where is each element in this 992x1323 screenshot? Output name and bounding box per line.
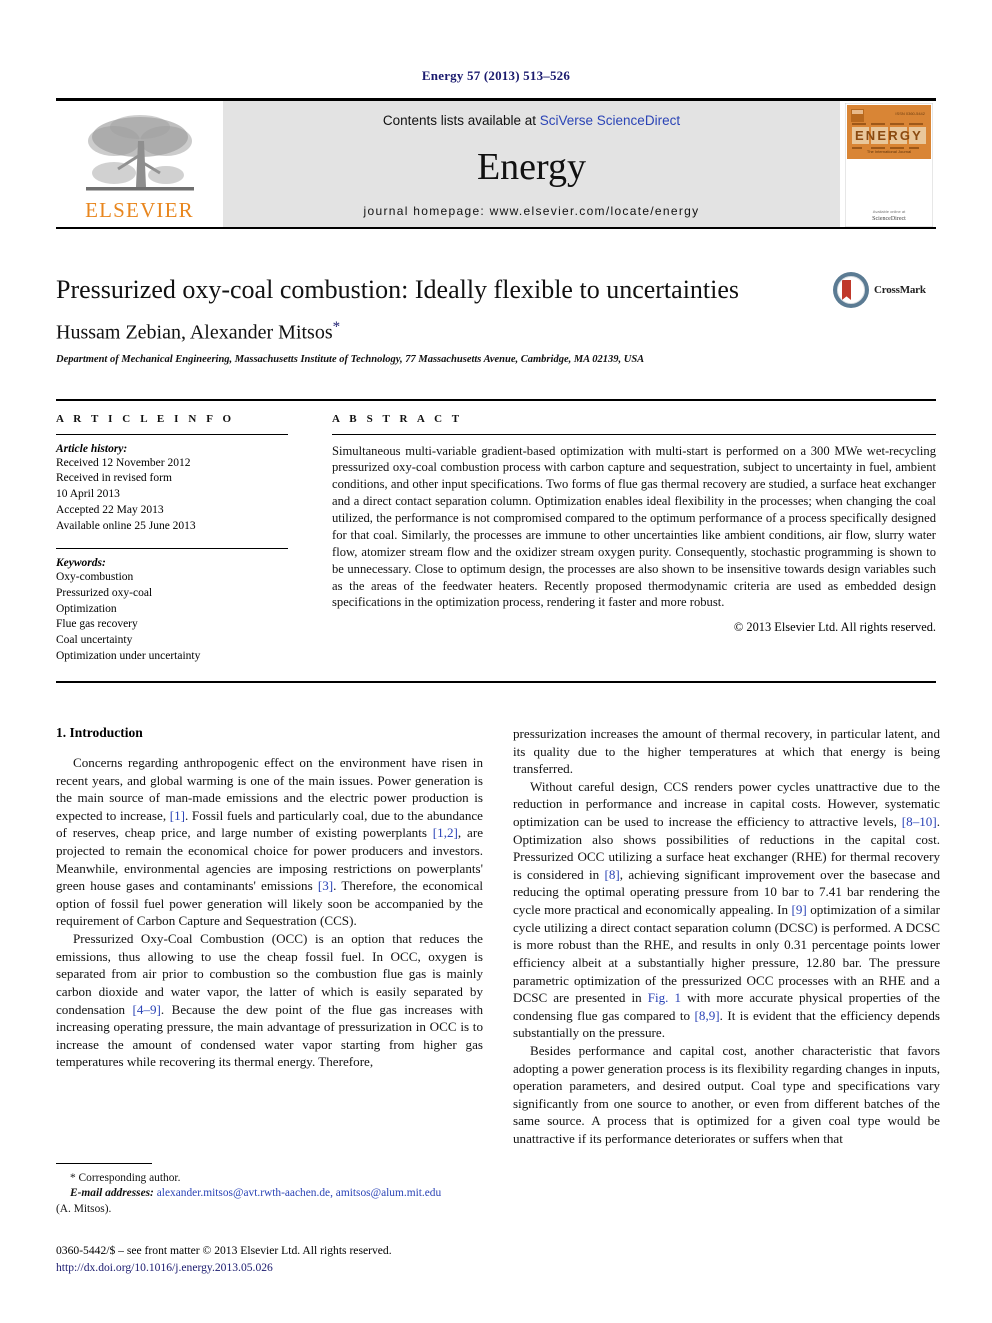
masthead-center: Contents lists available at SciVerse Sci…: [223, 101, 840, 227]
keyword-item: Optimization under uncertainty: [56, 650, 201, 663]
body-columns: 1. Introduction Concerns regarding anthr…: [56, 725, 940, 1225]
body-paragraph: Concerns regarding anthropogenic effect …: [56, 755, 484, 929]
crossmark-icon: [833, 272, 869, 308]
body-column-right: pressurization increases the amount of t…: [513, 725, 940, 1225]
crossmark-label: CrossMark: [874, 284, 926, 296]
figure-ref[interactable]: Fig. 1: [648, 990, 681, 1005]
body-paragraph: Besides performance and capital cost, an…: [513, 1042, 940, 1147]
citation-ref[interactable]: [3]: [318, 878, 333, 893]
keywords-heading: Keywords:: [56, 556, 106, 569]
journal-title: Energy: [476, 146, 587, 188]
body-paragraph: Pressurized Oxy-Coal Combustion (OCC) is…: [56, 931, 483, 1070]
keyword-item: Oxy-combustion: [56, 570, 134, 583]
elsevier-tree-icon: [85, 115, 194, 191]
corresponding-author-note: * Corresponding author.: [70, 1171, 181, 1184]
journal-homepage-link[interactable]: journal homepage: www.elsevier.com/locat…: [364, 204, 700, 218]
citation-ref[interactable]: [1,2]: [433, 825, 458, 840]
affiliation: Department of Mechanical Engineering, Ma…: [56, 353, 645, 365]
title-block: Pressurized oxy-coal combustion: Ideally…: [56, 272, 936, 365]
article-history-item: Received 12 November 2012: [56, 456, 191, 469]
issn-line: 0360-5442/$ – see front matter © 2013 El…: [56, 1244, 392, 1258]
journal-cover-image: ISSN 0360-5442 ENERGY The International …: [845, 103, 933, 227]
journal-cover-thumbnail: ISSN 0360-5442 ENERGY The International …: [840, 101, 936, 227]
article-history-item: Received in revised form: [56, 472, 172, 485]
running-head: Energy 57 (2013) 513–526: [421, 68, 571, 83]
abstract-label: A B S T R A C T: [332, 412, 463, 425]
email-label: E-mail addresses:: [70, 1187, 154, 1200]
page-title: Pressurized oxy-coal combustion: Ideally…: [56, 275, 740, 304]
citation-ref[interactable]: [8,9]: [695, 1008, 720, 1023]
article-history-heading: Article history:: [56, 442, 128, 455]
divider: [56, 547, 288, 549]
abstract-copyright: © 2013 Elsevier Ltd. All rights reserved…: [733, 620, 936, 635]
body-paragraph: Without careful design, CCS renders powe…: [513, 778, 940, 1041]
article-history-item: Accepted 22 May 2013: [56, 504, 164, 517]
divider: [332, 433, 936, 435]
keyword-item: Pressurized oxy-coal: [56, 586, 153, 599]
crossmark-badge[interactable]: CrossMark: [832, 271, 936, 309]
section-heading-introduction: 1. Introduction: [56, 725, 143, 740]
svg-text:Available online at: Available online at: [873, 209, 906, 214]
email-addresses[interactable]: alexander.mitsos@avt.rwth-aachen.de, ami…: [157, 1187, 441, 1199]
sciencedirect-link[interactable]: SciVerse ScienceDirect: [540, 113, 680, 128]
citation-ref[interactable]: [8–10]: [902, 814, 937, 829]
doi-link[interactable]: http://dx.doi.org/10.1016/j.energy.2013.…: [56, 1260, 483, 1277]
author-names: Hussam Zebian, Alexander Mitsos: [56, 321, 333, 344]
body-paragraph: pressurization increases the amount of t…: [513, 726, 940, 777]
contents-prefix: Contents lists available at: [382, 113, 540, 128]
keyword-item: Flue gas recovery: [56, 618, 138, 631]
issn-copyright-block: 0360-5442/$ – see front matter © 2013 El…: [56, 1243, 483, 1277]
abstract-text: Simultaneous multi-variable gradient-bas…: [332, 443, 936, 610]
citation-ref[interactable]: [9]: [792, 902, 807, 917]
abstract-column: A B S T R A C T Simultaneous multi-varia…: [332, 413, 936, 665]
footnote-divider: [56, 1162, 152, 1164]
svg-text:ScienceDirect: ScienceDirect: [872, 216, 906, 222]
email-note: E-mail addresses: alexander.mitsos@avt.r…: [56, 1186, 483, 1202]
svg-text:ISSN 0360-5442: ISSN 0360-5442: [895, 111, 925, 116]
contents-available-line: Contents lists available at SciVerse Sci…: [383, 113, 680, 128]
email-author-ref: (A. Mitsos).: [56, 1202, 112, 1215]
divider: [56, 433, 288, 435]
svg-text:The International Journal: The International Journal: [867, 149, 911, 154]
journal-masthead: ELSEVIER Contents lists available at Sci…: [56, 98, 936, 229]
elsevier-wordmark: ELSEVIER: [85, 198, 194, 222]
author-list: Hussam Zebian, Alexander Mitsos*: [56, 319, 936, 345]
keyword-item: Coal uncertainty: [56, 634, 133, 647]
citation-ref[interactable]: [4–9]: [133, 1002, 161, 1017]
keyword-item: Optimization: [56, 602, 117, 615]
article-info-label: A R T I C L E I N F O: [56, 412, 235, 425]
info-abstract-section: A R T I C L E I N F O Article history: R…: [56, 398, 936, 683]
citation-ref[interactable]: [8]: [605, 867, 620, 882]
elsevier-logo: ELSEVIER: [56, 101, 223, 227]
paper-page: Energy 57 (2013) 513–526 ELSEVIER Conten…: [0, 0, 992, 1323]
footnote-block: * Corresponding author. E-mail addresses…: [56, 1162, 483, 1277]
citation-ref[interactable]: [1]: [170, 808, 185, 823]
svg-text:ENERGY: ENERGY: [855, 128, 923, 143]
body-column-left: 1. Introduction Concerns regarding anthr…: [56, 725, 483, 1225]
article-history-item: 10 April 2013: [56, 488, 120, 501]
corresponding-author-marker: *: [332, 318, 341, 335]
article-history-item: Available online 25 June 2013: [56, 519, 196, 532]
article-info-column: A R T I C L E I N F O Article history: R…: [56, 413, 288, 665]
